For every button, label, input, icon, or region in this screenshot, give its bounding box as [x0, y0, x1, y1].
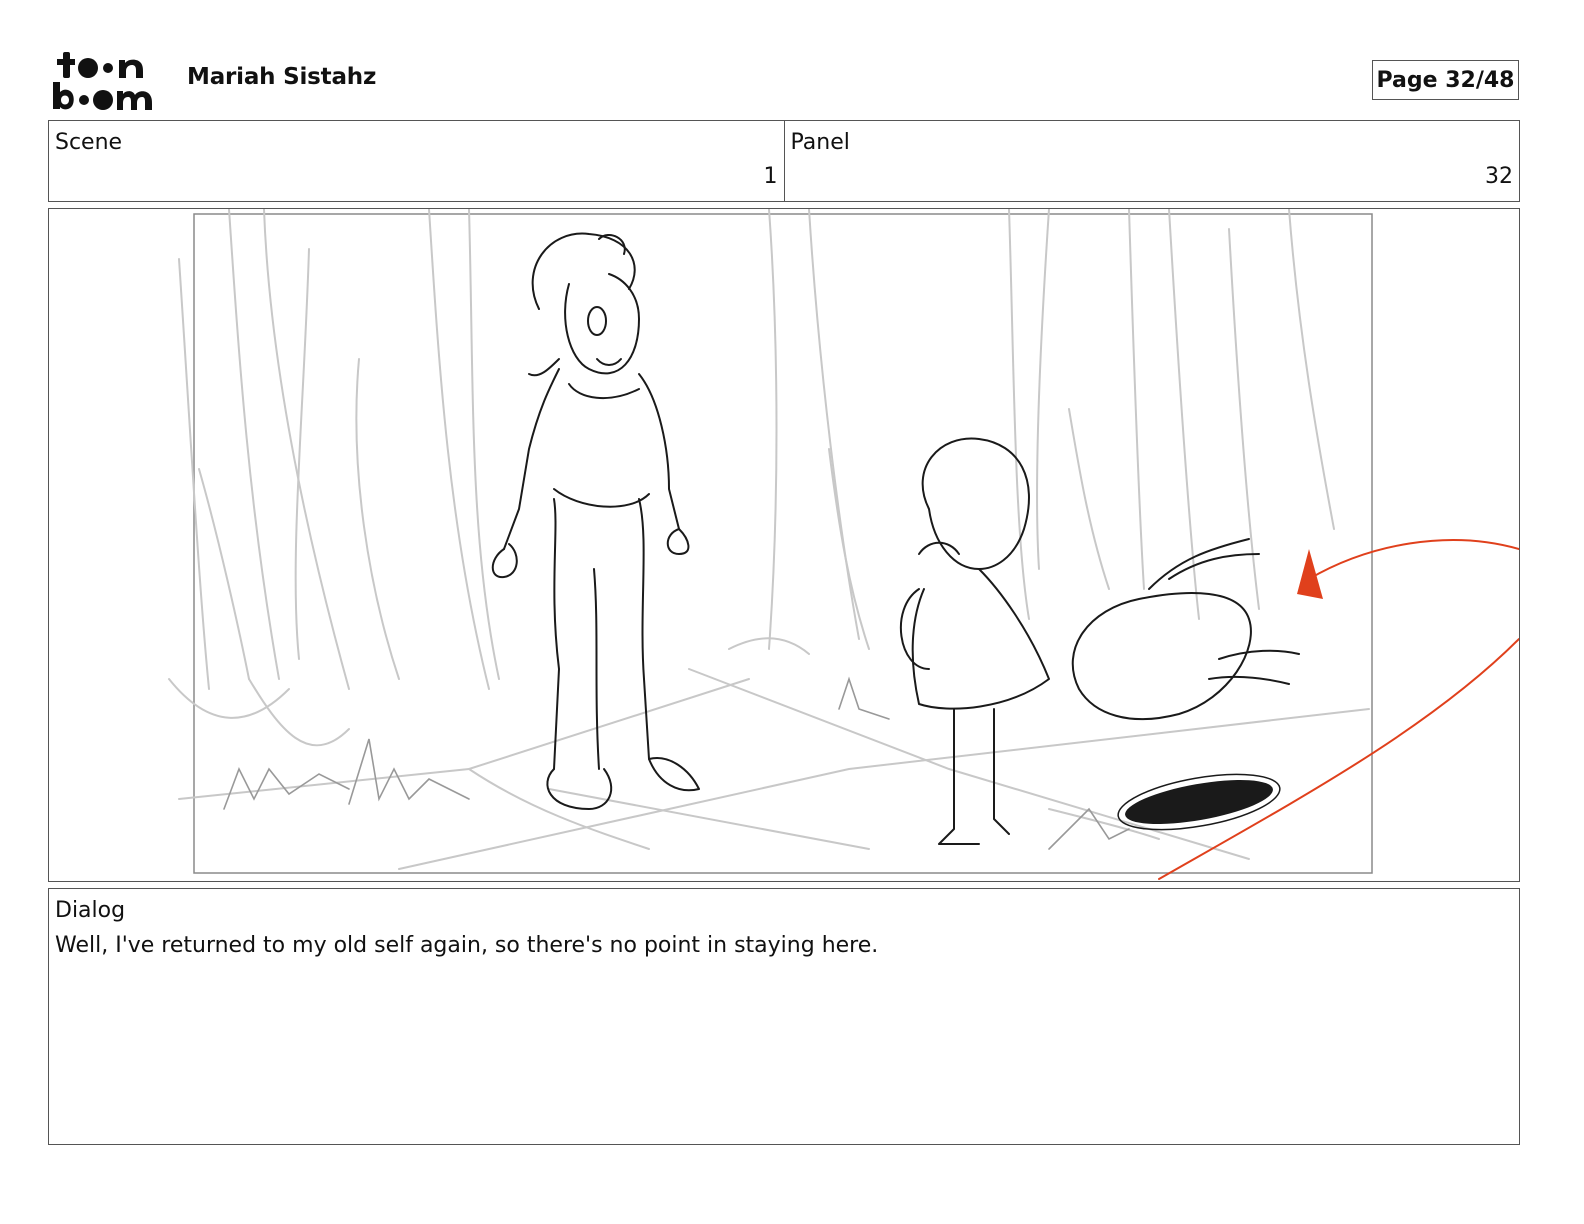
- storyboard-sketch: [168, 209, 1519, 880]
- camera-frame: [193, 213, 1373, 874]
- dialog-text: Well, I've returned to my old self again…: [55, 933, 879, 958]
- dialog-label: Dialog: [55, 898, 126, 923]
- dialog-box: Dialog Well, I've returned to my old sel…: [48, 888, 1520, 1145]
- page-indicator: Page 32/48: [1372, 60, 1519, 100]
- scene-cell: Scene 1: [49, 121, 784, 201]
- panel-number: 32: [1485, 164, 1513, 189]
- panel-label: Panel: [790, 130, 850, 155]
- storyboard-panel: [48, 208, 1520, 882]
- tall-character-sketch: [491, 232, 700, 810]
- motion-path-arrow: [1158, 539, 1519, 880]
- scene-number: 1: [763, 164, 778, 189]
- scene-panel-info: Scene 1 Panel 32: [48, 120, 1520, 202]
- toon-boom-logo: [51, 50, 163, 112]
- forest-background-sketch: [168, 209, 1370, 870]
- flying-blob-sketch: [1071, 538, 1300, 721]
- hole-shadow: [1125, 780, 1273, 824]
- hooded-character-sketch: [899, 437, 1050, 845]
- panel-cell: Panel 32: [783, 121, 1520, 201]
- project-title: Mariah Sistahz: [187, 64, 377, 90]
- scene-label: Scene: [55, 130, 123, 155]
